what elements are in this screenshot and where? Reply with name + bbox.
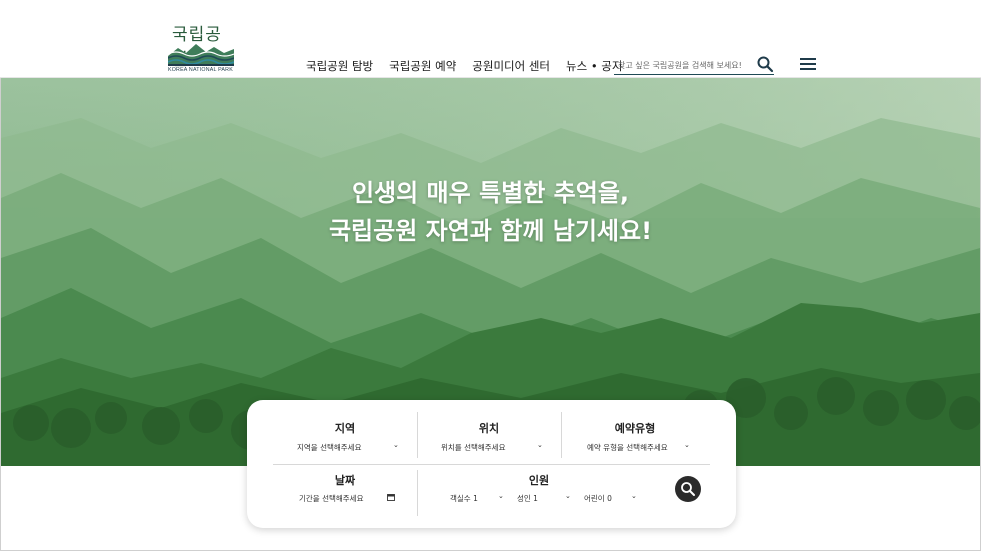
date-field: 날짜 [273, 472, 417, 488]
row-divider [273, 464, 710, 465]
site-header: 국립공원 KOREA NATIONAL PARK 국립공원 탐방 국립공원 예약… [0, 0, 981, 78]
adults-select[interactable]: 성인 1 [517, 493, 538, 504]
reservation-search-panel: 지역 지역을 선택해주세요 ⌄ 위치 위치를 선택해주세요 ⌄ 예약유형 예약 … [247, 400, 736, 528]
region-label: 지역 [334, 422, 356, 435]
people-label: 인원 [528, 474, 550, 487]
site-logo[interactable]: 국립공원 KOREA NATIONAL PARK [168, 20, 236, 76]
region-select[interactable]: 지역을 선택해주세요 [297, 442, 361, 453]
search-icon[interactable] [756, 55, 774, 73]
chevron-down-icon[interactable]: ⌄ [498, 492, 504, 500]
date-label: 날짜 [334, 474, 356, 487]
nav-item-explore[interactable]: 국립공원 탐방 [306, 58, 373, 74]
people-field: 인원 [417, 472, 661, 488]
search-icon [681, 482, 695, 496]
date-input[interactable]: 기간을 선택해주세요 [299, 493, 363, 504]
chevron-down-icon[interactable]: ⌄ [565, 492, 571, 500]
chevron-down-icon[interactable]: ⌄ [393, 441, 399, 449]
logo-english-text: KOREA NATIONAL PARK [168, 67, 233, 73]
location-label: 위치 [478, 422, 500, 435]
region-field: 지역 [273, 420, 417, 436]
children-select[interactable]: 어린이 0 [584, 493, 612, 504]
nav-item-media-center[interactable]: 공원미디어 센터 [472, 58, 550, 74]
rooms-select[interactable]: 객실수 1 [450, 493, 478, 504]
location-field: 위치 [417, 420, 561, 436]
hero-line-2: 국립공원 자연과 함께 남기세요! [328, 217, 653, 245]
reservation-type-field: 예약유형 [561, 420, 709, 436]
reservation-type-label: 예약유형 [614, 422, 656, 435]
hero-line-1: 인생의 매우 특별한 추억을, [351, 179, 630, 207]
main-nav: 국립공원 탐방 국립공원 예약 공원미디어 센터 뉴스 • 공지 [306, 58, 622, 74]
search-input[interactable] [618, 57, 754, 73]
hero-headline: 인생의 매우 특별한 추억을, 국립공원 자연과 함께 남기세요! [1, 174, 980, 250]
chevron-down-icon[interactable]: ⌄ [537, 441, 543, 449]
chevron-down-icon[interactable]: ⌄ [684, 441, 690, 449]
site-search [614, 55, 774, 75]
nav-item-reservation[interactable]: 국립공원 예약 [389, 58, 456, 74]
reservation-type-select[interactable]: 예약 유형을 선택해주세요 [587, 442, 668, 453]
reservation-search-button[interactable] [675, 476, 701, 502]
location-select[interactable]: 위치를 선택해주세요 [441, 442, 505, 453]
calendar-icon[interactable] [387, 493, 395, 501]
logo-mountain-wave-icon [168, 44, 234, 66]
hamburger-menu-icon[interactable] [800, 58, 816, 72]
chevron-down-icon[interactable]: ⌄ [631, 492, 637, 500]
